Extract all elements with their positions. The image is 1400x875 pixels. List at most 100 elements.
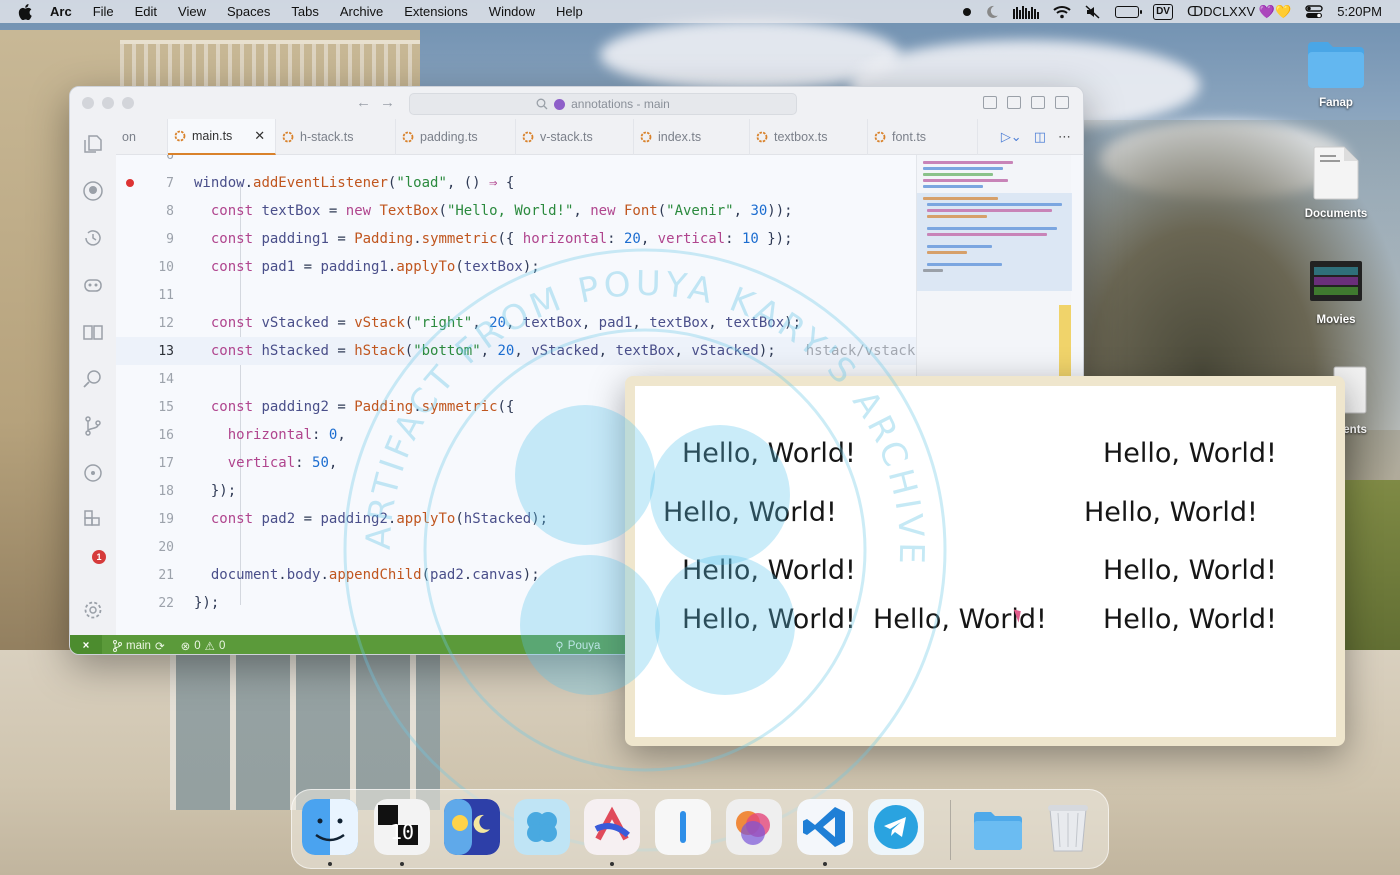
code-text: const vStacked = vStack("right", 20, tex… bbox=[210, 315, 801, 331]
code-line[interactable]: 11 bbox=[116, 281, 966, 309]
search-icon[interactable] bbox=[82, 368, 104, 390]
code-line-current[interactable]: 13 const hStacked = hStack("bottom", 20,… bbox=[116, 337, 966, 365]
run-debug-icon[interactable] bbox=[82, 462, 104, 484]
tab-padding-ts[interactable]: padding.ts bbox=[396, 119, 516, 155]
desktop-folder-fanap[interactable]: Fanap bbox=[1296, 38, 1376, 109]
weather-icon[interactable] bbox=[444, 799, 500, 855]
minimap-viewport[interactable] bbox=[917, 193, 1072, 291]
zoom-window-button[interactable] bbox=[122, 97, 134, 109]
desktop-file-documents[interactable]: Documents bbox=[1296, 145, 1376, 220]
tab-h-stack-ts[interactable]: h-stack.ts bbox=[276, 119, 396, 155]
moon-icon[interactable] bbox=[985, 4, 999, 20]
menu-extensions[interactable]: Extensions bbox=[404, 4, 468, 19]
close-window-button[interactable] bbox=[82, 97, 94, 109]
close-tab-icon[interactable]: ✕ bbox=[254, 128, 265, 144]
author-indicator[interactable]: ⚲ Pouya bbox=[555, 639, 600, 653]
wifi-icon[interactable] bbox=[1053, 4, 1071, 20]
code-text: const padding2 = Padding.symmetric({ bbox=[210, 399, 515, 415]
customize-layout-icon[interactable] bbox=[983, 96, 997, 109]
timeline-history-icon[interactable] bbox=[82, 227, 104, 249]
status-text[interactable]: ↀDCLXXV 💜💛 bbox=[1187, 4, 1291, 20]
text-cursor-app-icon[interactable] bbox=[655, 799, 711, 855]
menu-window[interactable]: Window bbox=[489, 4, 535, 19]
recording-dot-icon[interactable] bbox=[963, 4, 972, 20]
github-icon[interactable] bbox=[82, 180, 104, 202]
arc-like-icon[interactable] bbox=[584, 799, 640, 855]
forward-arrow-icon[interactable]: → bbox=[380, 94, 395, 111]
sync-icon[interactable]: ⟳ bbox=[155, 639, 165, 653]
menu-file[interactable]: File bbox=[93, 4, 114, 19]
apple-icon[interactable] bbox=[18, 3, 32, 20]
preview-window[interactable]: Hello, World! Hello, World! Hello, World… bbox=[625, 376, 1345, 746]
layout-controls bbox=[983, 96, 1069, 109]
settings-gear-icon[interactable] bbox=[82, 599, 104, 621]
command-center-text: annotations - main bbox=[571, 97, 670, 111]
branch-indicator[interactable]: main ⟳ bbox=[112, 639, 165, 653]
code-line[interactable]: 7 window.addEventListener("load", () ⇒ { bbox=[116, 169, 966, 197]
trash-icon[interactable] bbox=[1040, 799, 1096, 855]
line-number: 14 bbox=[158, 371, 174, 387]
back-arrow-icon[interactable]: ← bbox=[356, 94, 371, 111]
breakpoint-icon[interactable] bbox=[126, 179, 134, 187]
finder-icon[interactable] bbox=[302, 799, 358, 855]
running-indicator bbox=[823, 862, 827, 866]
code-line[interactable]: 10 const pad1 = padding1.applyTo(textBox… bbox=[116, 253, 966, 281]
source-control-icon[interactable] bbox=[82, 415, 104, 437]
tab-label: padding.ts bbox=[420, 130, 478, 144]
desktop-file-movies[interactable]: Movies bbox=[1296, 255, 1376, 326]
audio-level-icon[interactable] bbox=[1013, 4, 1040, 20]
tab-main-ts[interactable]: main.ts ✕ bbox=[168, 119, 276, 155]
code-text: }); bbox=[194, 595, 220, 611]
menu-help[interactable]: Help bbox=[556, 4, 583, 19]
menu-view[interactable]: View bbox=[178, 4, 206, 19]
typescript-file-icon bbox=[174, 130, 186, 142]
telegram-icon[interactable] bbox=[868, 799, 924, 855]
battery-icon[interactable] bbox=[1115, 4, 1143, 20]
vscode-icon[interactable] bbox=[797, 799, 853, 855]
input-source-indicator[interactable]: DV bbox=[1153, 3, 1173, 20]
minimize-window-button[interactable] bbox=[102, 97, 114, 109]
run-icon[interactable]: ▷⌄ bbox=[1001, 129, 1022, 145]
explorer-icon[interactable] bbox=[82, 133, 104, 155]
code-line[interactable]: 12 const vStacked = vStack("right", 20, … bbox=[116, 309, 966, 337]
menu-app-arc[interactable]: Arc bbox=[50, 4, 72, 19]
copilot-icon[interactable] bbox=[82, 274, 104, 296]
code-line[interactable]: 8 const textBox = new TextBox("Hello, Wo… bbox=[116, 197, 966, 225]
mute-icon[interactable] bbox=[1085, 4, 1101, 20]
toggle-panel-icon[interactable] bbox=[1031, 96, 1045, 109]
code-line[interactable]: 6 bbox=[116, 155, 966, 169]
tab-textbox-ts[interactable]: textbox.ts bbox=[750, 119, 868, 155]
menu-archive[interactable]: Archive bbox=[340, 4, 383, 19]
tab-font-ts[interactable]: font.ts bbox=[868, 119, 978, 155]
downloads-folder-icon[interactable] bbox=[970, 799, 1026, 855]
book-icon[interactable] bbox=[82, 321, 104, 343]
flower-app-icon[interactable] bbox=[514, 799, 570, 855]
toggle-secondary-sidebar-icon[interactable] bbox=[1055, 96, 1069, 109]
toggle-sidebar-icon[interactable] bbox=[1007, 96, 1021, 109]
menu-clock[interactable]: 5:20PM bbox=[1337, 4, 1382, 19]
code-line[interactable]: 9 const padding1 = Padding.symmetric({ h… bbox=[116, 225, 966, 253]
menu-spaces[interactable]: Spaces bbox=[227, 4, 270, 19]
more-actions-icon[interactable]: ⋯ bbox=[1058, 129, 1071, 145]
problems-indicator[interactable]: ⊗ 0 ⚠ 0 bbox=[181, 639, 226, 653]
control-center-icon[interactable] bbox=[1305, 4, 1323, 20]
split-editor-icon[interactable]: ◫ bbox=[1034, 129, 1046, 145]
title-bar[interactable]: ← → annotations - main bbox=[70, 87, 1083, 119]
pixelmator-icon[interactable] bbox=[726, 799, 782, 855]
command-center-search[interactable]: annotations - main bbox=[409, 93, 797, 115]
dock-separator bbox=[950, 800, 951, 860]
tab-overflow[interactable]: on bbox=[116, 119, 168, 155]
menu-edit[interactable]: Edit bbox=[135, 4, 157, 19]
extensions-icon[interactable] bbox=[82, 509, 104, 531]
render-canvas[interactable]: Hello, World! Hello, World! Hello, World… bbox=[635, 386, 1336, 737]
branch-name: main bbox=[126, 639, 151, 652]
activity-bar: 1 bbox=[70, 119, 116, 635]
clock-app-icon[interactable]: 10 bbox=[374, 799, 430, 855]
line-number: 16 bbox=[158, 427, 174, 443]
tab-index-ts[interactable]: index.ts bbox=[634, 119, 750, 155]
remote-indicator-icon[interactable]: × bbox=[70, 635, 102, 654]
line-number: 8 bbox=[166, 203, 174, 219]
movie-file-icon bbox=[1310, 261, 1362, 301]
menu-tabs[interactable]: Tabs bbox=[291, 4, 318, 19]
tab-v-stack-ts[interactable]: v-stack.ts bbox=[516, 119, 634, 155]
